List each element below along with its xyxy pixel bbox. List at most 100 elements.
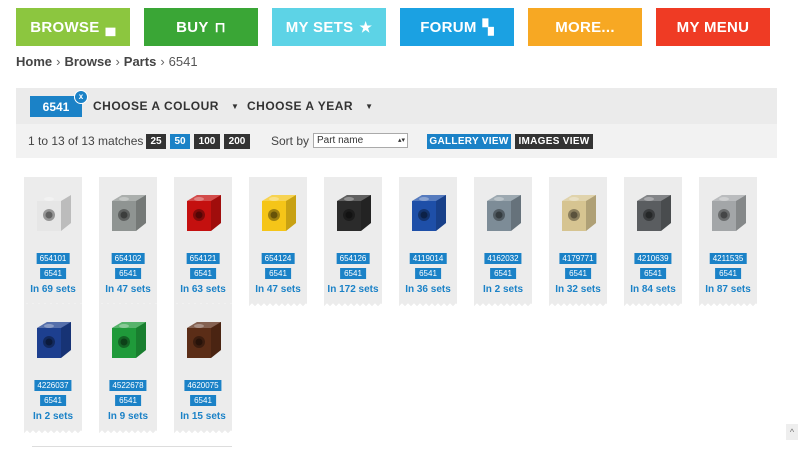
set-count-link[interactable]: In 87 sets [699,284,757,295]
design-number-badge[interactable]: 6541 [565,268,591,279]
set-count-link[interactable]: In 84 sets [624,284,682,295]
set-count-link[interactable]: In 32 sets [549,284,607,295]
part-card[interactable]: 654124 6541 In 47 sets [249,177,307,308]
breadcrumb-home[interactable]: Home [16,54,52,69]
set-count-link[interactable]: In 15 sets [174,411,232,422]
nav-my-sets-button[interactable]: MY SETS ★ [272,8,386,46]
design-number-badge[interactable]: 6541 [40,395,66,406]
nav-buy-button[interactable]: BUY ⊓ [144,8,258,46]
element-id-badge[interactable]: 654124 [261,253,295,264]
element-id-badge[interactable]: 4211535 [709,253,747,264]
nav-more-button[interactable]: MORE... [528,8,642,46]
basket-icon: ⊓ [214,18,226,35]
technic-brick-image[interactable] [110,318,148,360]
set-count-link[interactable]: In 47 sets [249,284,307,295]
part-card[interactable]: 4210639 6541 In 84 sets [624,177,682,308]
set-count-link[interactable]: In 2 sets [24,411,82,422]
part-card[interactable]: 4226037 6541 In 2 sets [24,304,82,435]
set-count-link[interactable]: In 172 sets [324,284,382,295]
page-size-200[interactable]: 200 [224,134,250,149]
element-id-badge[interactable]: 4210639 [634,253,672,264]
gallery-view-button[interactable]: GALLERY VIEW [427,134,511,149]
technic-brick-image[interactable] [335,191,373,233]
breadcrumb-browse[interactable]: Browse [64,54,111,69]
technic-brick-image[interactable] [185,191,223,233]
technic-brick-image[interactable] [635,191,673,233]
part-card[interactable]: 4162032 6541 In 2 sets [474,177,532,308]
set-count-link[interactable]: In 63 sets [174,284,232,295]
element-id-badge[interactable]: 4226037 [34,380,72,391]
design-number-badge[interactable]: 6541 [190,395,216,406]
element-id-badge[interactable]: 654101 [36,253,70,264]
technic-brick-image[interactable] [110,191,148,233]
caret-down-icon: ▼ [365,102,374,111]
star-icon: ★ [359,18,373,35]
torn-edge [24,429,82,435]
part-card[interactable]: 4620075 6541 In 15 sets [174,304,232,435]
scroll-to-top-icon[interactable]: ^ [786,424,798,440]
design-number-badge[interactable]: 6541 [490,268,516,279]
torn-edge [624,302,682,308]
technic-brick-image[interactable] [710,191,748,233]
part-card[interactable]: 4179771 6541 In 32 sets [549,177,607,308]
nav-forum-button[interactable]: FORUM ▚ [400,8,514,46]
part-card[interactable]: 4211535 6541 In 87 sets [699,177,757,308]
element-id-badge[interactable]: 4620075 [184,380,222,391]
part-card[interactable]: 654121 6541 In 63 sets [174,177,232,308]
colour-dropdown[interactable]: CHOOSE A COLOUR ▼ [93,99,239,113]
match-count: 1 to 13 of 13 matches [28,134,144,148]
nav-my-menu-button[interactable]: MY MENU [656,8,770,46]
design-number-badge[interactable]: 6541 [640,268,666,279]
images-view-button[interactable]: IMAGES VIEW [515,134,593,149]
technic-brick-image[interactable] [185,318,223,360]
technic-brick-image[interactable] [560,191,598,233]
part-card[interactable]: 4119014 6541 In 36 sets [399,177,457,308]
set-count-link[interactable]: In 9 sets [99,411,157,422]
technic-brick-image[interactable] [260,191,298,233]
element-id-badge[interactable]: 654102 [111,253,145,264]
torn-edge [399,302,457,308]
part-card[interactable]: 654101 6541 In 69 sets [24,177,82,308]
remove-filter-icon[interactable]: x [74,90,88,104]
part-card[interactable]: 654102 6541 In 47 sets [99,177,157,308]
chat-bubbles-icon: ▚ [482,18,494,35]
element-id-badge[interactable]: 654121 [186,253,220,264]
design-number-badge[interactable]: 6541 [415,268,441,279]
technic-brick-image[interactable] [485,191,523,233]
element-id-badge[interactable]: 654126 [336,253,370,264]
element-id-badge[interactable]: 4179771 [559,253,597,264]
set-count-link[interactable]: In 36 sets [399,284,457,295]
torn-edge [699,302,757,308]
part-card[interactable]: 654126 6541 In 172 sets [324,177,382,308]
breadcrumb-separator: › [160,54,165,69]
nav-label: BROWSE [30,18,100,36]
nav-browse-button[interactable]: BROWSE ▄ [16,8,130,46]
design-number-badge[interactable]: 6541 [265,268,291,279]
breadcrumb-parts[interactable]: Parts [124,54,157,69]
set-count-link[interactable]: In 2 sets [474,284,532,295]
element-id-badge[interactable]: 4522678 [109,380,147,391]
design-number-badge[interactable]: 6541 [115,395,141,406]
element-id-badge[interactable]: 4162032 [484,253,522,264]
page-size-100[interactable]: 100 [194,134,220,149]
technic-brick-image[interactable] [410,191,448,233]
design-number-badge[interactable]: 6541 [40,268,66,279]
page-size-25[interactable]: 25 [146,134,166,149]
page-size-50[interactable]: 50 [170,134,190,149]
year-dropdown[interactable]: CHOOSE A YEAR ▼ [247,99,374,113]
breadcrumb-current: 6541 [168,54,198,69]
part-card[interactable]: 4522678 6541 In 9 sets [99,304,157,435]
design-number-badge[interactable]: 6541 [715,268,741,279]
set-count-link[interactable]: In 69 sets [24,284,82,295]
design-number-badge[interactable]: 6541 [190,268,216,279]
torn-edge [549,302,607,308]
set-count-link[interactable]: In 47 sets [99,284,157,295]
sort-select[interactable]: Part name ▴▾ [313,133,408,148]
element-id-badge[interactable]: 4119014 [409,253,447,264]
technic-brick-image[interactable] [35,318,73,360]
design-number-badge[interactable]: 6541 [340,268,366,279]
breadcrumb: Home › Browse › Parts › 6541 [16,54,198,69]
design-number-badge[interactable]: 6541 [115,268,141,279]
parts-grid: 654101 6541 In 69 sets 654102 6541 In 47 sets… [24,177,784,435]
technic-brick-image[interactable] [35,191,73,233]
